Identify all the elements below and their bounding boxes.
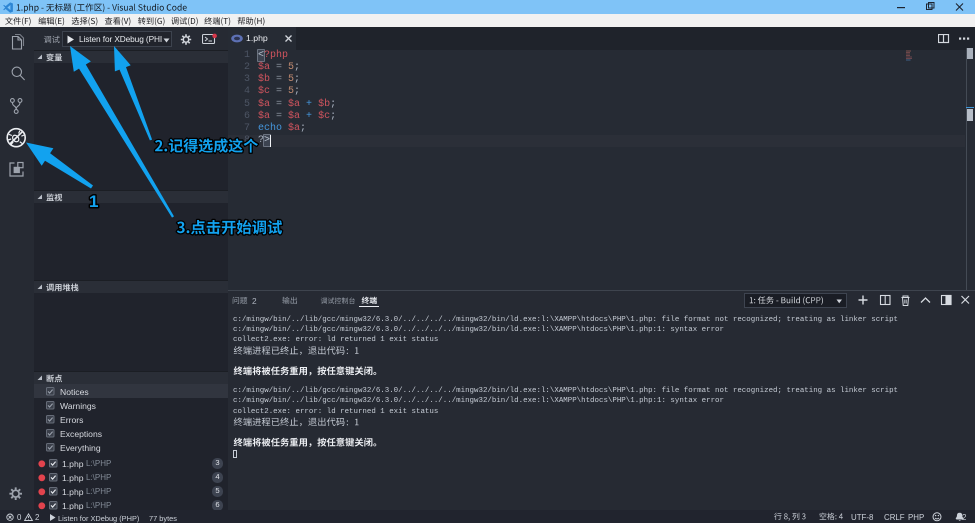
svg-text:1: 1 [89,192,98,211]
